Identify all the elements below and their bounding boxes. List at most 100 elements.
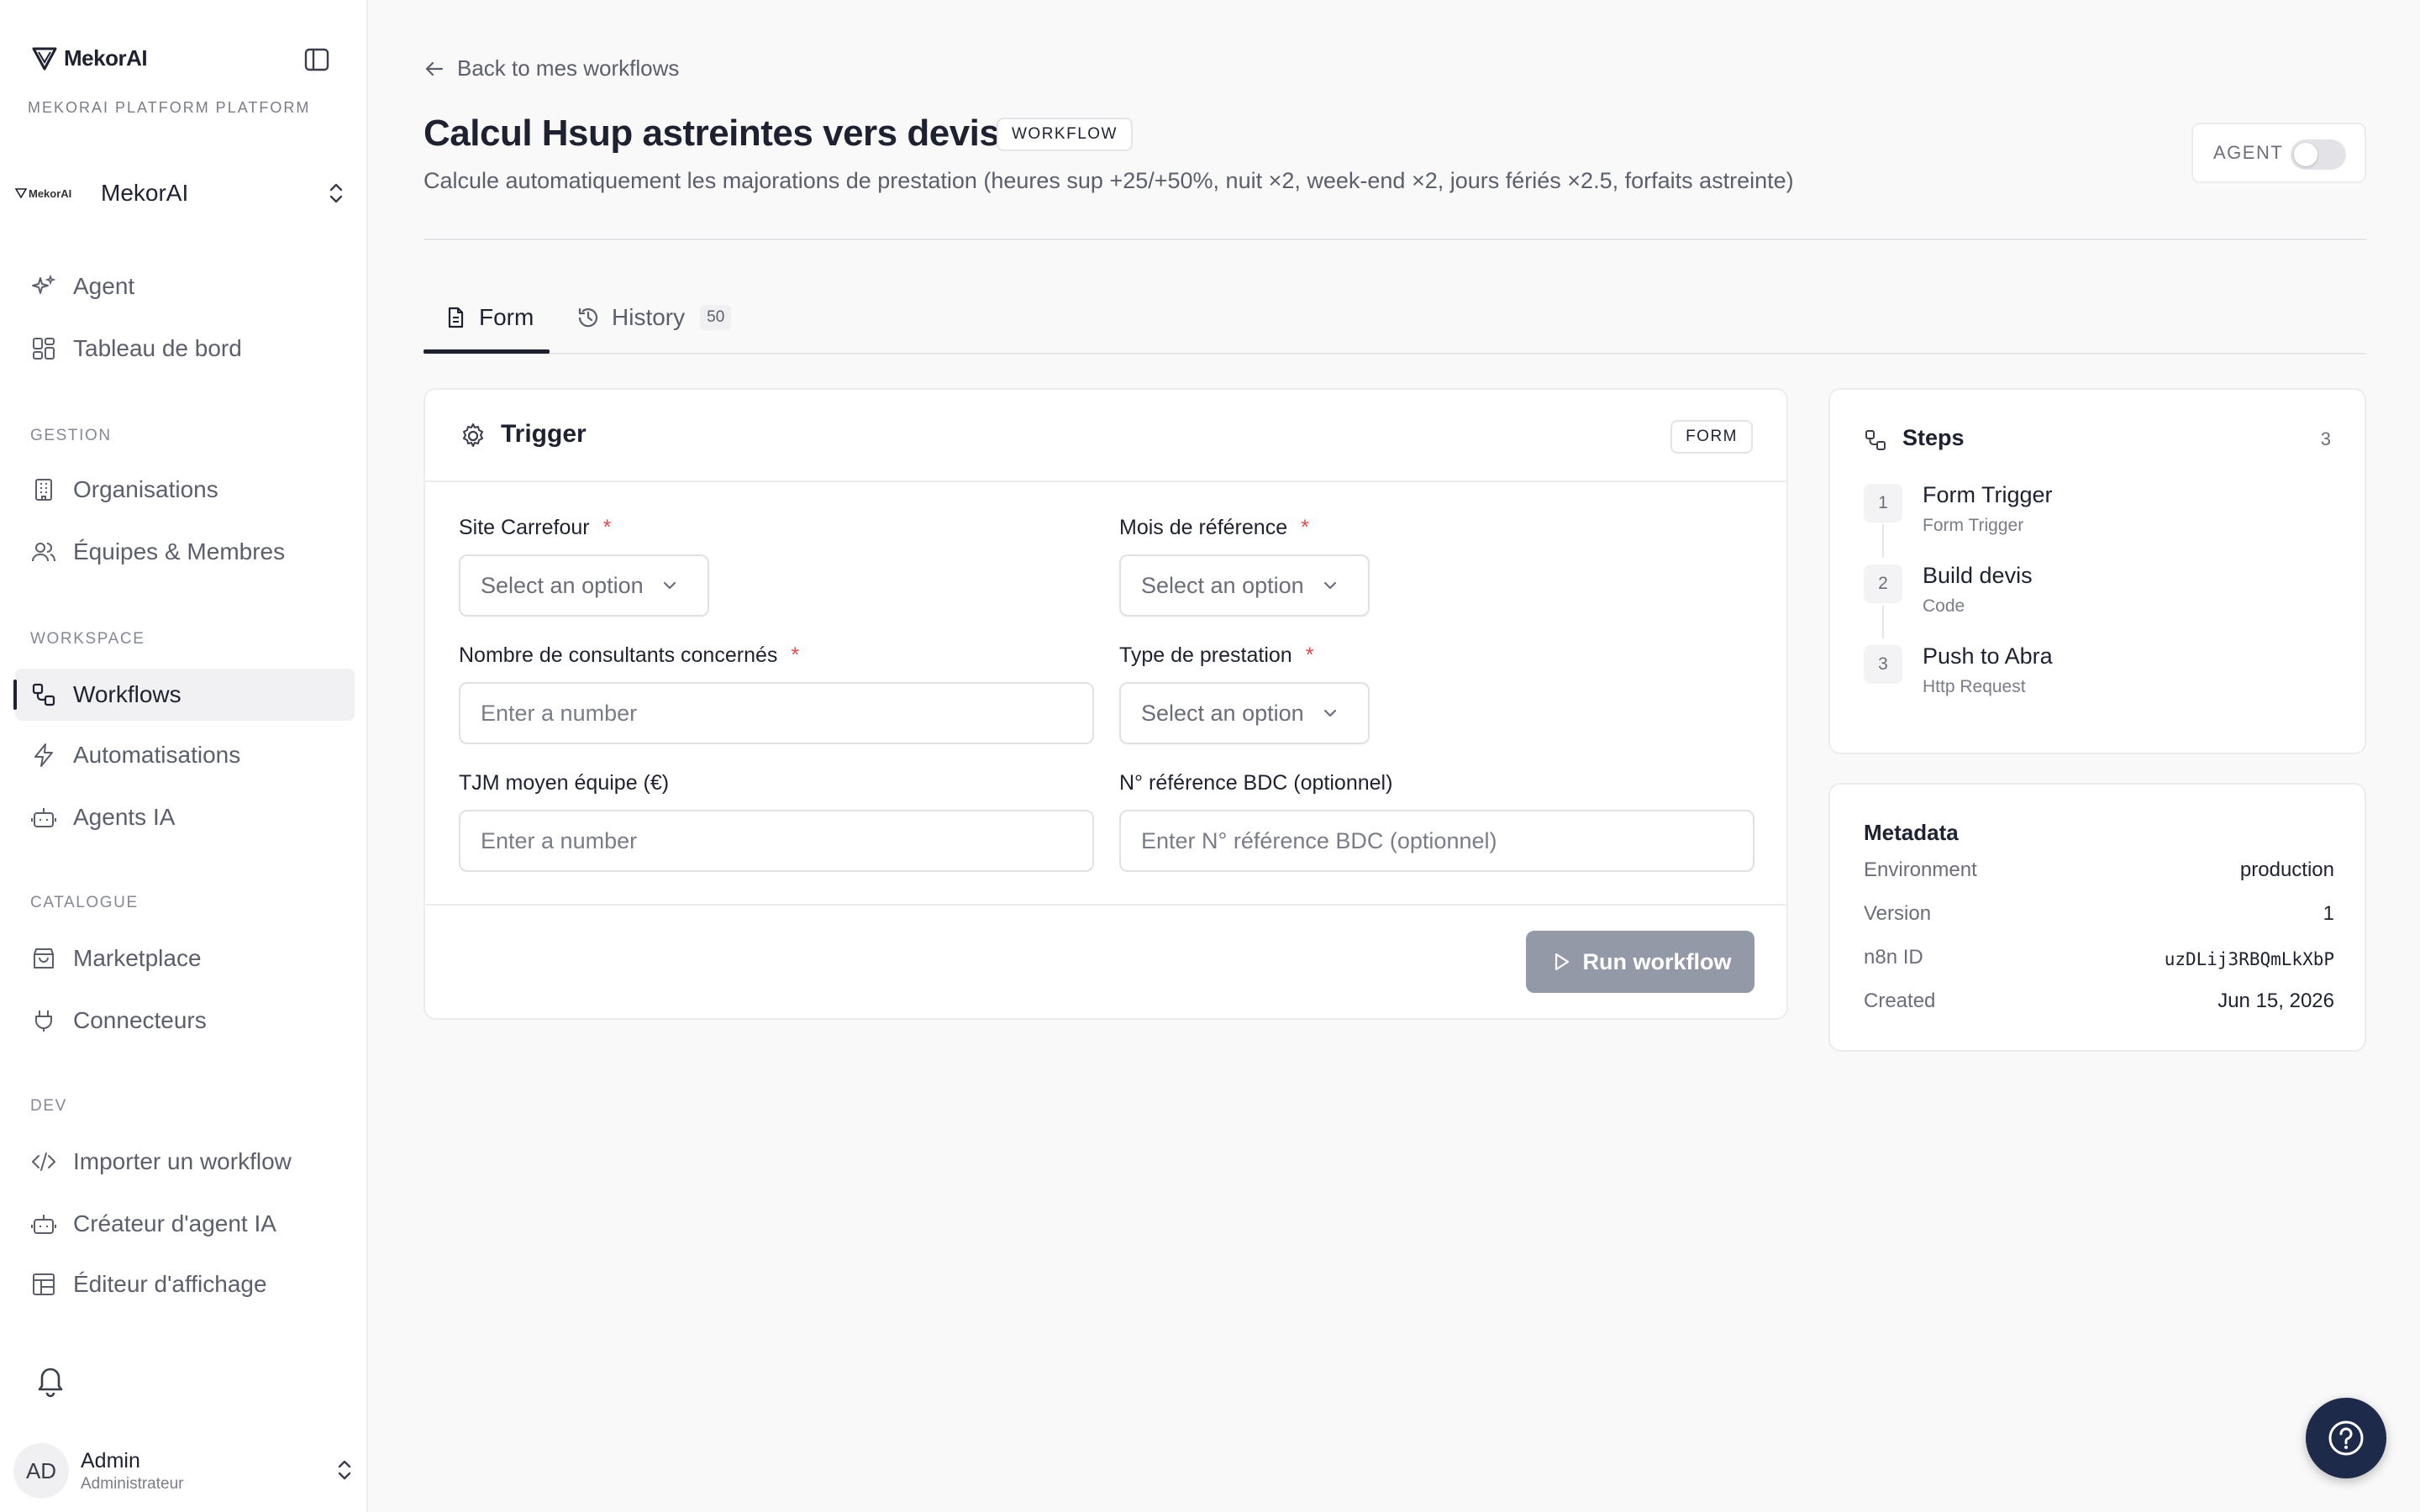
chevron-updown-icon xyxy=(329,183,343,203)
bell-icon xyxy=(38,1368,63,1398)
sidebar-item-createur-agent[interactable]: Créateur d'agent IA xyxy=(15,1198,355,1250)
user-info: Admin Administrateur xyxy=(81,1449,184,1494)
agent-toggle-label: AGENT xyxy=(2213,142,2284,163)
help-button[interactable] xyxy=(2306,1398,2386,1478)
org-name: MekorAI xyxy=(101,180,189,206)
notifications-button[interactable] xyxy=(34,1362,67,1398)
type-select[interactable]: Select an option xyxy=(1119,682,1370,744)
step-number: 3 xyxy=(1864,645,1902,684)
workflow-icon xyxy=(1865,430,1886,450)
consultants-label: Nombre de consultants concernés * xyxy=(459,643,799,668)
sidebar-item-label: Marketplace xyxy=(73,945,202,971)
sidebar-item-label: Connecteurs xyxy=(73,1007,207,1033)
tjm-input[interactable] xyxy=(459,810,1094,872)
mois-label: Mois de référence * xyxy=(1119,516,1309,540)
sidebar-item-label: Créateur d'agent IA xyxy=(73,1210,276,1236)
bot-icon xyxy=(30,1210,57,1237)
step-type: Form Trigger xyxy=(1923,516,2024,535)
collapse-sidebar-button[interactable] xyxy=(302,45,331,74)
sidebar-item-tableau-de-bord[interactable]: Tableau de bord xyxy=(15,323,355,375)
sidebar-toggle-icon xyxy=(304,48,329,71)
metadata-card: Metadata Environment production Version … xyxy=(1828,783,2366,1052)
org-switcher[interactable]: MekorAI MekorAI xyxy=(15,175,355,212)
sidebar-item-label: Automatisations xyxy=(73,742,241,768)
user-menu[interactable]: AD Admin Administrateur xyxy=(13,1443,358,1499)
section-title-workspace: WORKSPACE xyxy=(30,630,145,648)
metadata-title: Metadata xyxy=(1864,820,1959,845)
sidebar-item-label: Workflows xyxy=(73,681,182,707)
sidebar-item-label: Agent xyxy=(73,273,135,299)
building-icon xyxy=(30,476,57,503)
run-workflow-button[interactable]: Run workflow xyxy=(1526,931,1754,993)
history-count-badge: 50 xyxy=(700,305,732,330)
site-select[interactable]: Select an option xyxy=(459,554,709,617)
brand-logo[interactable]: MekorAI xyxy=(30,44,148,72)
steps-card: Steps 3 1 Form Trigger Form Trigger 2 Bu… xyxy=(1828,388,2366,754)
sidebar-item-equipes[interactable]: Équipes & Membres xyxy=(15,526,355,578)
metadata-key: Environment xyxy=(1864,858,1977,881)
back-link[interactable]: Back to mes workflows xyxy=(424,55,679,81)
platform-label: MEKORAI PLATFORM PLATFORM xyxy=(28,99,311,116)
mois-select[interactable]: Select an option xyxy=(1119,554,1370,617)
logo-text: MekorAI xyxy=(64,45,148,71)
gear-icon xyxy=(463,423,483,447)
type-select-value: Select an option xyxy=(1141,700,1304,726)
sparkles-icon xyxy=(30,273,57,300)
sidebar-item-workflows[interactable]: Workflows xyxy=(13,669,355,721)
metadata-row: Version 1 xyxy=(1864,902,2334,936)
site-select-value: Select an option xyxy=(481,572,644,598)
form-badge: FORM xyxy=(1670,420,1753,454)
step-item[interactable]: 3 Push to Abra Http Request xyxy=(1864,640,2334,707)
section-title-gestion: GESTION xyxy=(30,427,112,444)
chevron-down-icon xyxy=(663,581,676,590)
plug-icon xyxy=(30,1007,57,1034)
step-item[interactable]: 1 Form Trigger Form Trigger xyxy=(1864,479,2334,558)
sidebar-item-agents-ia[interactable]: Agents IA xyxy=(15,791,355,843)
sidebar-item-marketplace[interactable]: Marketplace xyxy=(15,932,355,984)
metadata-row: Created Jun 15, 2026 xyxy=(1864,990,2334,1023)
sidebar-item-connecteurs[interactable]: Connecteurs xyxy=(15,995,355,1047)
step-type: Http Request xyxy=(1923,677,2026,696)
step-type: Code xyxy=(1923,596,1965,616)
code-icon xyxy=(30,1148,57,1175)
sidebar-item-importer-workflow[interactable]: Importer un workflow xyxy=(15,1136,355,1188)
step-title: Form Trigger xyxy=(1923,482,2053,507)
active-tab-indicator xyxy=(424,349,550,354)
workflow-icon xyxy=(30,681,57,708)
metadata-row: Environment production xyxy=(1864,858,2334,892)
sidebar-item-label: Agents IA xyxy=(73,804,176,830)
sidebar-item-agent[interactable]: Agent xyxy=(15,260,355,312)
user-name: Admin xyxy=(81,1448,140,1473)
tab-form[interactable]: Form xyxy=(444,304,534,331)
sidebar-item-organisations[interactable]: Organisations xyxy=(15,464,355,516)
required-marker: * xyxy=(791,643,800,667)
sidebar-item-label: Importer un workflow xyxy=(73,1148,292,1174)
play-icon xyxy=(1555,953,1569,971)
trigger-card-header: Trigger FORM xyxy=(425,390,1786,482)
arrow-left-icon xyxy=(425,61,444,76)
step-connector xyxy=(1882,524,1884,558)
mois-select-value: Select an option xyxy=(1141,572,1304,598)
bdc-input[interactable] xyxy=(1119,810,1754,872)
history-icon xyxy=(578,307,598,328)
metadata-value: uzDLij3RBQmLkXbP xyxy=(2164,949,2334,969)
sidebar-item-automatisations[interactable]: Automatisations xyxy=(15,729,355,781)
tab-history[interactable]: History 50 xyxy=(576,304,732,331)
workflow-badge: WORKFLOW xyxy=(997,118,1133,151)
consultants-input[interactable] xyxy=(459,682,1094,744)
agent-switch[interactable] xyxy=(2291,139,2346,170)
site-label: Site Carrefour * xyxy=(459,516,611,540)
bot-icon xyxy=(30,804,57,831)
run-workflow-label: Run workflow xyxy=(1582,948,1732,974)
required-marker: * xyxy=(602,516,612,539)
required-marker: * xyxy=(1301,516,1309,539)
sidebar-item-label: Équipes & Membres xyxy=(73,538,286,564)
metadata-key: Version xyxy=(1864,902,1932,925)
sidebar-item-editeur-affichage[interactable]: Éditeur d'affichage xyxy=(15,1258,355,1310)
agent-toggle[interactable]: AGENT xyxy=(2191,123,2366,183)
trigger-card: Trigger FORM Site Carrefour * Select an o… xyxy=(424,388,1788,1020)
step-title: Build devis xyxy=(1923,563,2033,588)
org-logo-icon xyxy=(15,188,27,199)
step-title: Push to Abra xyxy=(1923,643,2053,669)
step-item[interactable]: 2 Build devis Code xyxy=(1864,559,2334,638)
